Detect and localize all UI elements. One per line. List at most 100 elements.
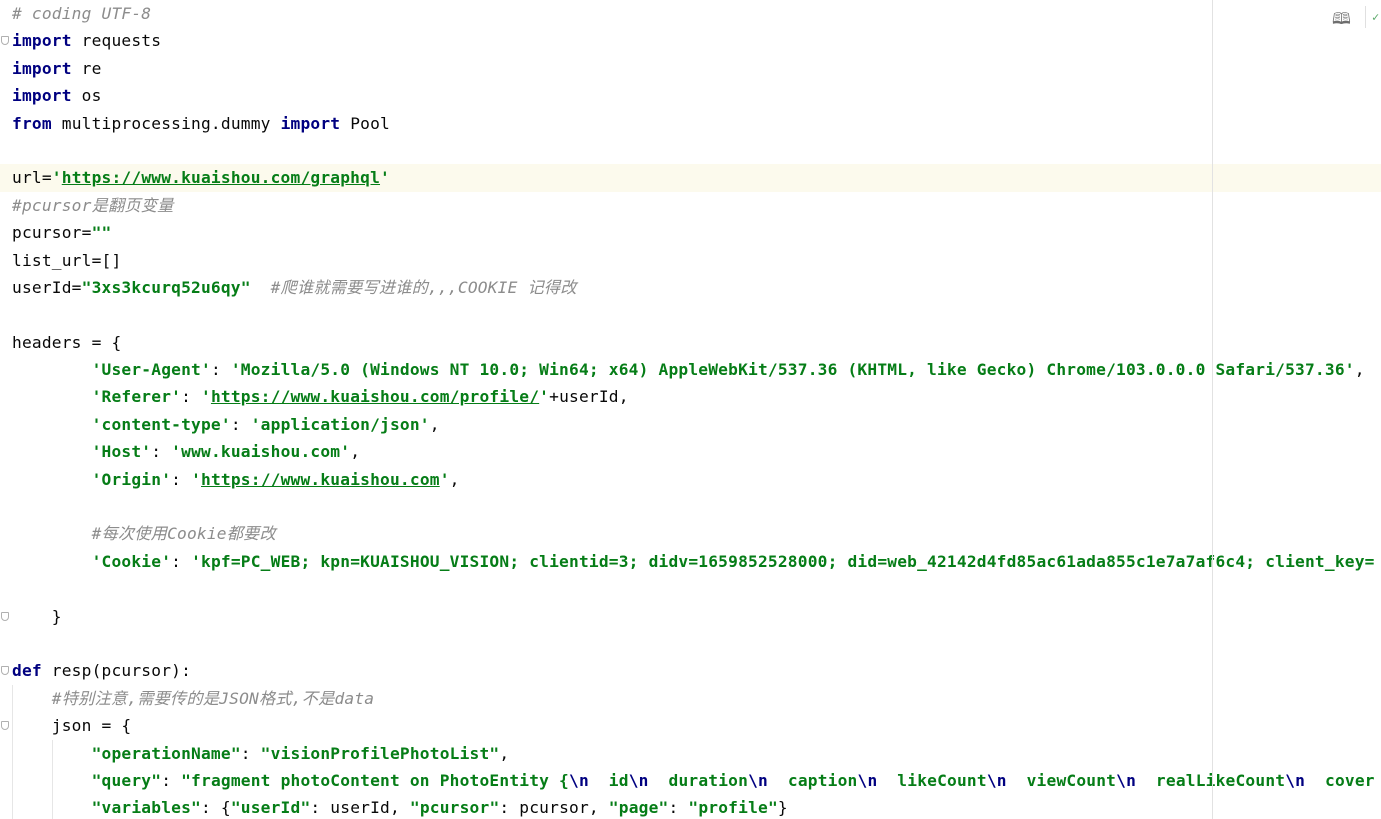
code-line[interactable]: pcursor=""	[0, 219, 1381, 246]
code-lines[interactable]: # coding UTF-8 import requests import re im…	[0, 0, 1381, 819]
code-token: : pcursor,	[499, 798, 609, 818]
book-icon[interactable]: 🕮	[1332, 8, 1351, 35]
code-line[interactable]: #每次使用Cookie都要改	[0, 520, 1381, 547]
string-token: '	[380, 168, 390, 188]
string-token: 'User-Agent'	[91, 360, 211, 380]
code-token: url=	[12, 168, 52, 188]
current-code-line[interactable]: url='https://www.kuaishou.com/graphql'	[0, 164, 1381, 192]
string-token: "page"	[608, 798, 669, 818]
code-line[interactable]: 'Referer': 'https://www.kuaishou.com/pro…	[0, 383, 1381, 410]
string-token: ""	[91, 223, 112, 243]
indent-guide	[12, 684, 13, 713]
string-token: 'Referer'	[91, 387, 182, 407]
keyword-token: import	[12, 58, 72, 78]
string-token: 'application/json'	[250, 414, 430, 434]
string-token: '	[51, 168, 62, 188]
url-link[interactable]: https://www.kuaishou.com/graphql	[62, 168, 380, 187]
code-line[interactable]: #pcursor是翻页变量	[0, 192, 1381, 219]
code-line[interactable]: "query": "fragment photoContent on Photo…	[0, 766, 1381, 795]
indent-guide	[52, 794, 53, 819]
code-line[interactable]: from multiprocessing.dummy import Pool	[0, 110, 1381, 137]
code-token: requests	[71, 31, 162, 51]
check-icon[interactable]: ✓	[1372, 10, 1379, 24]
indent-guide	[52, 766, 53, 795]
indent-guide	[12, 712, 13, 740]
code-token: :	[161, 770, 182, 790]
code-token: :	[171, 551, 192, 571]
code-token: :	[181, 387, 201, 407]
code-line[interactable]: 'Cookie': 'kpf=PC_WEB; kpn=KUAISHOU_VISI…	[0, 548, 1381, 575]
code-line[interactable]: "operationName": "visionProfilePhotoList…	[0, 739, 1381, 767]
fold-marker-icon[interactable]	[1, 36, 9, 46]
string-token: "operationName"	[91, 743, 241, 763]
code-line[interactable]: 'User-Agent': 'Mozilla/5.0 (Windows NT 1…	[0, 356, 1381, 383]
code-line[interactable]	[0, 575, 1381, 602]
url-link[interactable]: https://www.kuaishou.com	[201, 470, 440, 489]
string-token: 'Mozilla/5.0 (Windows NT 10.0; Win64; x6…	[230, 360, 1355, 380]
code-editor[interactable]: # coding UTF-8 import requests import re im…	[0, 0, 1381, 819]
indent-guide	[12, 739, 13, 767]
code-line[interactable]: }	[0, 603, 1381, 630]
right-margin-guide	[1212, 0, 1213, 819]
toolbar-divider	[1365, 6, 1366, 28]
code-token: ,	[429, 414, 440, 434]
string-token: "visionProfilePhotoList"	[260, 743, 500, 763]
code-line[interactable]: userId="3xs3kcurq52u6qy" #爬谁就需要写进谁的,,,CO…	[0, 274, 1381, 301]
code-line[interactable]: import requests	[0, 27, 1381, 54]
code-line[interactable]: json = {	[0, 712, 1381, 740]
code-line[interactable]: def resp(pcursor):	[0, 657, 1381, 684]
code-token: json = {	[12, 716, 132, 736]
string-token: "query"	[91, 770, 162, 790]
code-line[interactable]	[0, 137, 1381, 164]
code-line[interactable]: 'Origin': 'https://www.kuaishou.com',	[0, 466, 1381, 493]
fold-marker-icon[interactable]	[1, 611, 9, 621]
code-line[interactable]	[0, 493, 1381, 520]
string-token: caption	[767, 770, 858, 790]
code-token: +userId,	[549, 387, 629, 407]
code-line[interactable]	[0, 630, 1381, 657]
code-token: ,	[499, 743, 510, 763]
escape-token: \n	[1285, 770, 1306, 790]
string-token: cover	[1305, 770, 1375, 790]
code-line[interactable]: import os	[0, 82, 1381, 109]
string-token: viewCount	[1006, 770, 1117, 790]
string-token: id	[588, 770, 629, 790]
code-token: :	[210, 360, 231, 380]
string-token: 'Cookie'	[91, 551, 172, 571]
url-link[interactable]: https://www.kuaishou.com/profile/	[211, 387, 539, 406]
comment-token: #pcursor是翻页变量	[12, 195, 174, 215]
code-token: ,	[1354, 360, 1365, 380]
string-token: likeCount	[877, 770, 987, 790]
code-token: : {	[200, 798, 231, 818]
keyword-token: import	[280, 113, 341, 133]
code-line[interactable]: "variables": {"userId": userId, "pcursor…	[0, 794, 1381, 819]
code-line[interactable]: import re	[0, 55, 1381, 82]
code-token: pcursor=	[12, 223, 92, 243]
code-line[interactable]: headers = {	[0, 329, 1381, 356]
code-token: ,	[350, 442, 361, 462]
code-token: }	[777, 798, 788, 818]
code-line[interactable]: list_url=[]	[0, 247, 1381, 274]
comment-token: #爬谁就需要写进谁的,,,COOKIE 记得改	[270, 277, 577, 297]
code-line[interactable]: 'Host': 'www.kuaishou.com',	[0, 438, 1381, 465]
string-token: '	[201, 387, 211, 407]
string-token: "variables"	[91, 798, 201, 818]
code-line[interactable]	[0, 301, 1381, 328]
string-token: 'Origin'	[91, 469, 172, 489]
fold-marker-icon[interactable]	[1, 666, 9, 676]
code-line[interactable]: #特别注意,需要传的是JSON格式,不是data	[0, 684, 1381, 713]
code-line[interactable]: # coding UTF-8	[0, 0, 1381, 27]
fold-marker-icon[interactable]	[1, 721, 9, 731]
code-token: multiprocessing.dummy	[51, 113, 281, 133]
string-token: 'content-type'	[91, 414, 231, 434]
code-line[interactable]: 'content-type': 'application/json',	[0, 411, 1381, 438]
code-token: :	[240, 743, 261, 763]
